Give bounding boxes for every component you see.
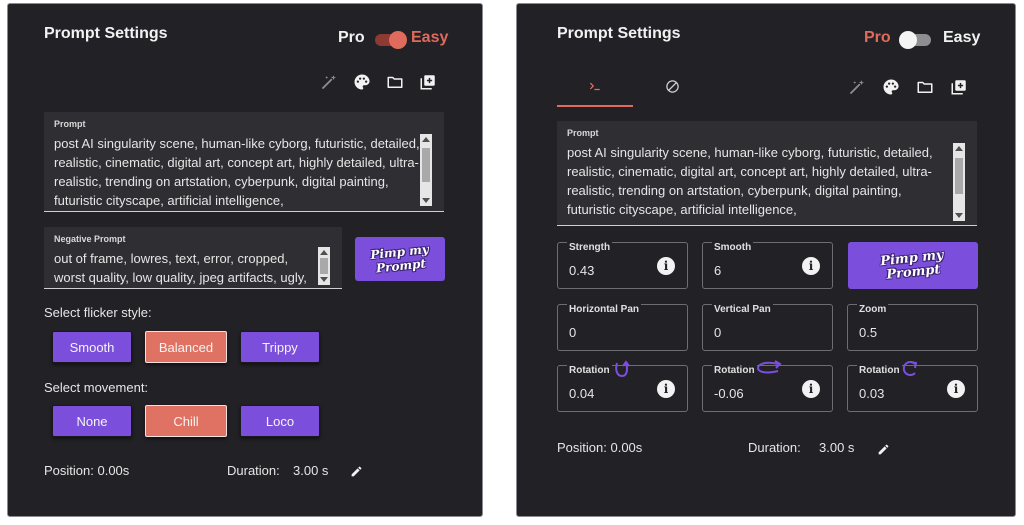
folder-icon[interactable] [915,77,935,97]
vertical-pan-field[interactable]: Vertical Pan 0 [702,304,833,351]
horizontal-pan-label: Horizontal Pan [567,304,642,315]
strength-value[interactable]: 0.43 [569,263,594,278]
smooth-value[interactable]: 6 [714,263,721,278]
magic-wand-icon[interactable] [319,72,339,92]
panel-title: Prompt Settings [44,25,168,42]
duration-value: 3.00 s [819,440,855,455]
rotation-x-value[interactable]: 0.04 [569,386,594,401]
prompt-textarea[interactable]: Prompt post AI singularity scene, human-… [557,121,977,226]
info-icon[interactable]: i [657,380,675,398]
negative-prompt-text[interactable]: out of frame, lowres, text, error, cropp… [54,249,319,287]
info-icon[interactable]: i [947,380,965,398]
zoom-field[interactable]: Zoom 0.5 [847,304,978,351]
rotation-x-field[interactable]: Rotation 0.04 i [557,360,688,412]
prompt-text[interactable]: post AI singularity scene, human-like cy… [54,134,420,210]
negative-prompt-textarea[interactable]: Negative Prompt out of frame, lowres, te… [44,227,342,289]
rotation-z-label: Rotation [857,365,902,376]
prompt-settings-panel-easy: Prompt Settings Pro Easy Prompt post AI … [7,3,483,517]
easy-mode-label[interactable]: Easy [411,29,448,47]
vertical-pan-label: Vertical Pan [712,304,773,315]
rotation-z-field[interactable]: Rotation 0.03 i [847,361,978,412]
pimp-my-prompt-button[interactable]: Pimp my Prompt [848,242,978,289]
info-icon[interactable]: i [802,380,820,398]
strength-label: Strength [567,242,613,253]
movement-label: Select movement: [44,380,149,395]
duration-label: Duration: [748,440,801,455]
toggle-knob [899,31,917,49]
prompt-label: Prompt [567,128,599,138]
block-icon[interactable] [662,76,682,96]
rotation-z-value[interactable]: 0.03 [859,386,884,401]
prompt-textarea[interactable]: Prompt post AI singularity scene, human-… [44,112,444,212]
rotation-x-label: Rotation [567,365,612,376]
pimp-my-prompt-button[interactable]: Pimp my Prompt [355,237,445,281]
rotation-y-field[interactable]: Rotation -0.06 i [702,360,833,412]
strength-field[interactable]: Strength 0.43 i [557,242,688,289]
rotation-x-axis-icon [614,360,630,385]
add-box-icon[interactable] [949,77,969,97]
rotation-y-axis-icon [756,360,784,381]
scroll-down-icon[interactable] [320,277,328,282]
scroll-thumb[interactable] [422,148,430,182]
movement-chill-button[interactable]: Chill [145,405,227,437]
scroll-down-icon[interactable] [955,213,963,218]
rotation-y-value[interactable]: -0.06 [714,386,744,401]
position-readout: Position: 0.00s [557,440,643,455]
movement-none-button[interactable]: None [52,405,132,437]
prompt-label: Prompt [54,119,86,129]
folder-icon[interactable] [385,72,405,92]
edit-pencil-icon[interactable] [873,439,893,459]
scroll-up-icon[interactable] [422,137,430,142]
palette-icon[interactable] [881,77,901,97]
flicker-balanced-button[interactable]: Balanced [145,331,227,363]
negative-prompt-label: Negative Prompt [54,234,126,244]
palette-icon[interactable] [352,72,372,92]
movement-loco-button[interactable]: Loco [240,405,320,437]
active-tab-indicator [557,105,633,107]
rotation-z-axis-icon [901,359,919,382]
mode-toggle-switch[interactable] [375,31,407,49]
position-readout: Position: 0.00s [44,463,130,478]
vertical-pan-value[interactable]: 0 [714,325,721,340]
info-icon[interactable]: i [657,257,675,275]
scroll-down-icon[interactable] [422,198,430,203]
scroll-up-icon[interactable] [320,250,328,255]
flicker-trippy-button[interactable]: Trippy [240,331,320,363]
panel-title: Prompt Settings [557,25,681,42]
flicker-style-label: Select flicker style: [44,305,152,320]
duration-label: Duration: [227,463,280,478]
smooth-field[interactable]: Smooth 6 i [702,242,833,289]
horizontal-pan-field[interactable]: Horizontal Pan 0 [557,304,688,351]
mode-toggle-switch[interactable] [899,31,931,49]
toggle-knob [389,31,407,49]
pro-mode-label[interactable]: Pro [864,29,891,47]
easy-mode-label[interactable]: Easy [943,29,980,47]
add-box-icon[interactable] [418,72,438,92]
magic-wand-icon[interactable] [847,77,867,97]
negative-prompt-scrollbar[interactable] [318,247,330,285]
horizontal-pan-value[interactable]: 0 [569,325,576,340]
prompt-scrollbar[interactable] [953,143,965,221]
zoom-value[interactable]: 0.5 [859,325,877,340]
prompt-scrollbar[interactable] [420,134,432,206]
prompt-settings-panel-pro: Prompt Settings Pro Easy Prompt post AI … [516,3,1016,517]
smooth-label: Smooth [712,242,754,253]
pro-mode-label[interactable]: Pro [338,29,365,47]
edit-pencil-icon[interactable] [346,461,366,481]
zoom-label: Zoom [857,304,889,315]
scroll-thumb[interactable] [320,258,328,274]
info-icon[interactable]: i [802,257,820,275]
flicker-smooth-button[interactable]: Smooth [52,331,132,363]
scroll-up-icon[interactable] [955,146,963,151]
prompt-text[interactable]: post AI singularity scene, human-like cy… [567,143,952,221]
duration-value: 3.00 s [293,463,329,478]
terminal-icon[interactable] [585,76,605,96]
scroll-thumb[interactable] [955,158,963,194]
rotation-y-label: Rotation [712,365,757,376]
